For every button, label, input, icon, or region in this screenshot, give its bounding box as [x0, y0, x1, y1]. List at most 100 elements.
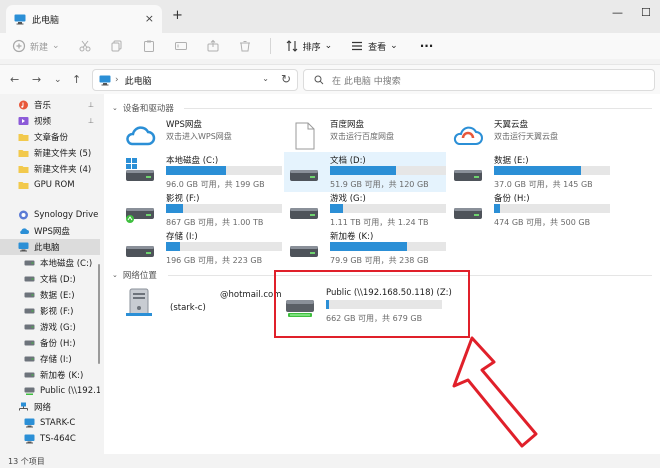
cut-button[interactable]	[78, 39, 92, 53]
sidebar-item[interactable]: 文章备份	[0, 129, 100, 145]
cloud-app-tile[interactable]: 百度网盘 双击运行百度网盘	[284, 116, 446, 156]
chevron-down-icon: ⌄	[324, 41, 333, 51]
capacity-bar	[166, 166, 282, 175]
folder-icon	[18, 132, 29, 142]
sidebar-item[interactable]: 备份 (H:)	[0, 335, 100, 351]
recent-locations-button[interactable]: ⌄	[54, 75, 62, 85]
drive-tile[interactable]: 存储 (I:) 196 GB 可用，共 223 GB	[120, 228, 282, 268]
sidebar-item[interactable]: 音乐 ⊥	[0, 97, 100, 113]
sidebar-item[interactable]: 影视 (F:)	[0, 303, 100, 319]
drive-icon	[24, 274, 35, 284]
drive-icon	[126, 246, 154, 257]
search-input[interactable]: 在 此电脑 中搜索	[303, 69, 655, 91]
drive-tile[interactable]: 数据 (E:) 37.0 GB 可用，共 145 GB	[448, 152, 610, 192]
delete-button[interactable]	[238, 39, 252, 53]
group-header-network[interactable]: ⌄ 网络位置	[112, 269, 157, 281]
sidebar-item[interactable]: 游戏 (G:)	[0, 319, 100, 335]
document-icon	[295, 122, 315, 150]
paste-button[interactable]	[142, 39, 156, 53]
sidebar-item[interactable]: 数据 (E:)	[0, 287, 100, 303]
sidebar-item-label: 备份 (H:)	[40, 339, 76, 349]
drive-tile[interactable]: 影视 (F:) 867 GB 可用，共 1.00 TB	[120, 190, 282, 230]
drive-icon	[454, 170, 482, 181]
drive-icon	[290, 208, 318, 219]
sidebar-item[interactable]: Synology Drive -	[0, 207, 100, 223]
forward-button[interactable]: →	[32, 73, 41, 86]
capacity-fill	[330, 242, 407, 251]
view-button[interactable]: 查看 ⌄	[350, 39, 398, 53]
sidebar-item-label: 新建文件夹 (5)	[34, 149, 92, 159]
sidebar-item-label: Synology Drive -	[34, 210, 100, 220]
pin-icon[interactable]: ⊥	[88, 101, 94, 109]
cloud-app-tile[interactable]: WPS网盘 双击进入WPS网盘	[120, 116, 282, 156]
sidebar-item[interactable]: TS-464C	[0, 431, 100, 447]
group-header-devices[interactable]: ⌄ 设备和驱动器	[112, 102, 174, 114]
cloud-app-tile[interactable]: 天翼云盘 双击运行天翼云盘	[448, 116, 610, 156]
new-button[interactable]: 新建 ⌄	[12, 39, 60, 53]
sidebar-item[interactable]: 文档 (D:)	[0, 271, 100, 287]
tab-this-pc[interactable]: 此电脑 ×	[6, 5, 162, 33]
maximize-icon[interactable]: ☐	[641, 6, 651, 19]
sidebar-item[interactable]: Public (\\192.16	[0, 383, 100, 399]
drive-name: 游戏 (G:)	[330, 194, 366, 204]
view-label: 查看	[368, 42, 387, 53]
sidebar-item[interactable]: 存储 (I:)	[0, 351, 100, 367]
sidebar-item[interactable]: 新建文件夹 (5)	[0, 145, 100, 161]
divider	[184, 108, 652, 109]
view-icon	[352, 41, 363, 51]
toolbar-divider	[269, 38, 271, 54]
address-bar[interactable]: › 此电脑 ⌄ ↻	[92, 69, 298, 91]
network-user-item[interactable]: (stark-c) @hotmail.com	[120, 283, 282, 323]
refresh-icon[interactable]: ↻	[281, 72, 291, 86]
trash-icon	[239, 41, 250, 52]
rename-icon	[174, 42, 187, 50]
drive-free-space: 196 GB 可用，共 223 GB	[166, 256, 263, 265]
drive-icon	[24, 306, 35, 316]
search-placeholder: 在 此电脑 中搜索	[332, 76, 401, 87]
share-button[interactable]	[206, 39, 220, 53]
sidebar-item[interactable]: 此电脑	[0, 239, 100, 255]
sidebar-item-label: 本地磁盘 (C:)	[40, 259, 93, 269]
group-title: 网络位置	[122, 271, 157, 281]
sidebar-item[interactable]: GPU ROM	[0, 177, 100, 193]
sort-icon	[286, 40, 297, 52]
rename-button[interactable]	[174, 39, 188, 53]
sidebar-item-label: 影视 (F:)	[40, 307, 74, 317]
sidebar-item-label: 网络	[34, 403, 52, 413]
drive-tile[interactable]: 备份 (H:) 474 GB 可用，共 500 GB	[448, 190, 610, 230]
sidebar-item[interactable]: 视频 ⊥	[0, 113, 100, 129]
drive-name: 备份 (H:)	[494, 194, 530, 204]
up-button[interactable]: ↑	[72, 73, 81, 86]
minimize-icon[interactable]: —	[612, 6, 623, 19]
sidebar-item-label: 文章备份	[34, 133, 69, 143]
drive-tile[interactable]: 游戏 (G:) 1.11 TB 可用，共 1.24 TB	[284, 190, 446, 230]
back-button[interactable]: ←	[10, 73, 19, 86]
address-history-icon[interactable]: ⌄	[262, 74, 269, 83]
pin-icon[interactable]: ⊥	[88, 117, 94, 125]
drive-tile[interactable]: 本地磁盘 (C:) 96.0 GB 可用，共 199 GB	[120, 152, 282, 192]
sidebar-item[interactable]: 新建文件夹 (4)	[0, 161, 100, 177]
scrollbar[interactable]	[98, 264, 100, 364]
drive-free-space: 96.0 GB 可用，共 199 GB	[166, 180, 265, 189]
capacity-fill	[330, 166, 397, 175]
sort-button[interactable]: 排序 ⌄	[285, 39, 333, 53]
wps-cloud-icon	[18, 226, 29, 236]
capacity-fill	[330, 204, 343, 213]
drive-tile[interactable]: 文档 (D:) 51.9 GB 可用，共 120 GB	[284, 152, 446, 192]
capacity-fill	[494, 166, 581, 175]
sidebar-item[interactable]: 新加卷 (K:)	[0, 367, 100, 383]
capacity-bar	[494, 166, 610, 175]
new-tab-button[interactable]: +	[172, 8, 183, 23]
more-options-button[interactable]: ···	[416, 39, 434, 53]
app-description: 双击运行天翼云盘	[494, 132, 558, 141]
sidebar-item[interactable]: STARK-C	[0, 415, 100, 431]
sidebar-item[interactable]: 本地磁盘 (C:)	[0, 255, 100, 271]
copy-button[interactable]	[110, 39, 124, 53]
drive-tile[interactable]: 新加卷 (K:) 79.9 GB 可用，共 238 GB	[284, 228, 446, 268]
sidebar-item[interactable]: WPS网盘	[0, 223, 100, 239]
sidebar-item[interactable]: 网络	[0, 399, 100, 415]
close-tab-icon[interactable]: ×	[145, 12, 154, 25]
content-pane: ⌄ 设备和驱动器 WPS网盘 双击进入WPS网盘 百度网盘 双击运行百度网盘 天翼云盘双…	[104, 94, 660, 454]
drive-icon	[24, 322, 35, 332]
breadcrumb[interactable]: 此电脑	[125, 74, 152, 87]
